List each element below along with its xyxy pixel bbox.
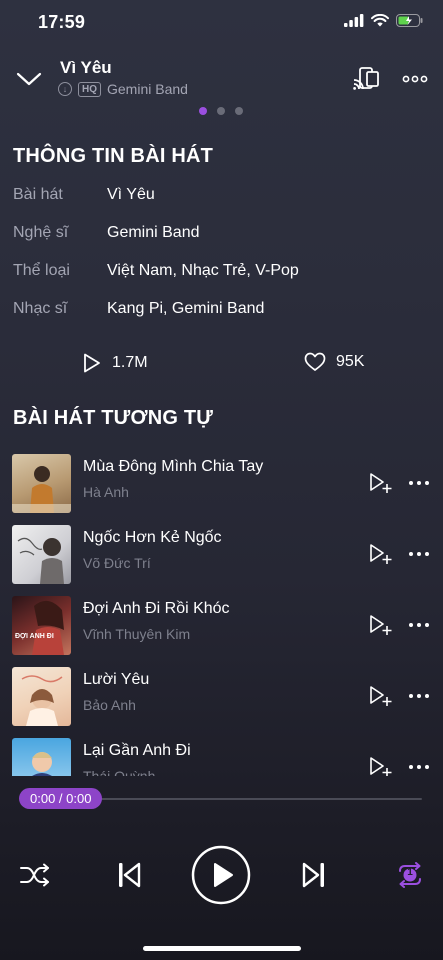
play-outline-icon xyxy=(84,353,100,373)
similar-songs-heading: BÀI HÁT TƯƠNG TỰ xyxy=(13,407,214,429)
status-icons xyxy=(344,14,423,27)
song-artist: Vĩnh Thuyên Kim xyxy=(83,626,191,642)
song-thumbnail xyxy=(12,525,71,584)
repeat-one-button[interactable]: 1 xyxy=(394,862,426,888)
song-thumbnail xyxy=(12,738,71,776)
info-label: Thể loại xyxy=(13,262,70,279)
info-label: Nghệ sĩ xyxy=(13,224,69,241)
status-time: 17:59 xyxy=(38,12,86,32)
play-button[interactable] xyxy=(191,845,251,905)
song-artist: Thái Quỳnh xyxy=(83,768,156,776)
album-art-image xyxy=(32,600,64,655)
info-label: Nhạc sĩ xyxy=(13,300,68,317)
info-value: Vì Yêu xyxy=(107,186,155,203)
list-item[interactable]: Mùa Đông Mình Chia Tay Hà Anh xyxy=(12,454,432,514)
song-artist: Bảo Anh xyxy=(83,697,136,713)
album-art-image xyxy=(12,466,71,513)
list-item[interactable]: Ngốc Hơn Kẻ Ngốc Võ Đức Trí xyxy=(12,525,432,585)
plays-stat: 1.7M xyxy=(82,352,148,374)
album-art-image xyxy=(17,537,64,584)
song-artist: Hà Anh xyxy=(83,484,129,500)
song-artist: Võ Đức Trí xyxy=(83,555,151,571)
album-art-image xyxy=(32,752,52,776)
album-art-image xyxy=(21,675,63,726)
home-indicator[interactable] xyxy=(143,946,301,951)
song-thumbnail xyxy=(12,667,71,726)
add-to-queue-icon[interactable] xyxy=(369,543,393,565)
add-to-queue-icon[interactable] xyxy=(369,756,393,776)
likes-count: 95K xyxy=(336,353,365,370)
info-value[interactable]: Việt Nam, Nhạc Trẻ, V-Pop xyxy=(107,262,299,280)
more-icon[interactable] xyxy=(402,70,428,88)
now-playing-title: Vì Yêu xyxy=(60,58,112,77)
list-item[interactable]: ĐỢI ANH ĐI Đợi Anh Đi Rồi Khóc Vĩnh Thuy… xyxy=(12,596,432,656)
now-playing-subtitle: ↓ HQ Gemini Band xyxy=(58,81,188,97)
more-icon[interactable] xyxy=(408,476,430,490)
cast-icon[interactable] xyxy=(352,66,380,92)
quality-badge: HQ xyxy=(78,81,101,97)
chevron-down-icon[interactable] xyxy=(16,66,42,92)
song-title: Ngốc Hơn Kẻ Ngốc xyxy=(83,529,222,546)
song-thumbnail: ĐỢI ANH ĐI xyxy=(12,596,71,655)
signal-icon xyxy=(344,14,364,27)
add-to-queue-icon[interactable] xyxy=(369,685,393,707)
heart-icon[interactable] xyxy=(304,352,326,372)
list-item[interactable]: Lại Gần Anh Đi Thái Quỳnh xyxy=(12,738,432,776)
repeat-count: 1 xyxy=(407,867,413,878)
next-icon[interactable] xyxy=(301,860,327,890)
song-info-heading: THÔNG TIN BÀI HÁT xyxy=(13,145,214,167)
list-item[interactable]: Lười Yêu Bảo Anh xyxy=(12,667,432,727)
info-label: Bài hát xyxy=(13,186,63,203)
similar-songs-list[interactable]: Mùa Đông Mình Chia Tay Hà Anh Ngốc Hơn K… xyxy=(0,446,443,776)
likes-stat[interactable]: 95K xyxy=(304,352,364,372)
download-icon[interactable]: ↓ xyxy=(58,82,72,96)
now-playing-artist[interactable]: Gemini Band xyxy=(107,81,188,97)
thumbnail-text: ĐỢI ANH ĐI xyxy=(15,633,54,640)
more-icon[interactable] xyxy=(408,547,430,561)
more-icon[interactable] xyxy=(408,689,430,703)
song-title: Đợi Anh Đi Rồi Khóc xyxy=(83,600,230,617)
previous-icon[interactable] xyxy=(116,860,142,890)
page-dot-3[interactable] xyxy=(235,107,243,115)
battery-icon xyxy=(396,14,423,27)
page-dot-2[interactable] xyxy=(217,107,225,115)
song-title: Mùa Đông Mình Chia Tay xyxy=(83,458,264,475)
page-indicator xyxy=(199,107,243,115)
add-to-queue-icon[interactable] xyxy=(369,472,393,494)
song-thumbnail xyxy=(12,454,71,513)
more-icon[interactable] xyxy=(408,618,430,632)
plays-count: 1.7M xyxy=(112,354,148,371)
add-to-queue-icon[interactable] xyxy=(369,614,393,636)
info-value[interactable]: Kang Pi, Gemini Band xyxy=(107,300,264,318)
page-dot-1[interactable] xyxy=(199,107,207,115)
more-icon[interactable] xyxy=(408,760,430,774)
play-icon xyxy=(214,863,233,887)
wifi-icon xyxy=(371,14,389,27)
song-title: Lại Gần Anh Đi xyxy=(83,742,191,759)
song-title: Lười Yêu xyxy=(83,671,150,688)
shuffle-icon[interactable] xyxy=(19,862,51,888)
progress-time-pill[interactable]: 0:00 / 0:00 xyxy=(19,788,103,809)
info-value[interactable]: Gemini Band xyxy=(107,224,200,242)
